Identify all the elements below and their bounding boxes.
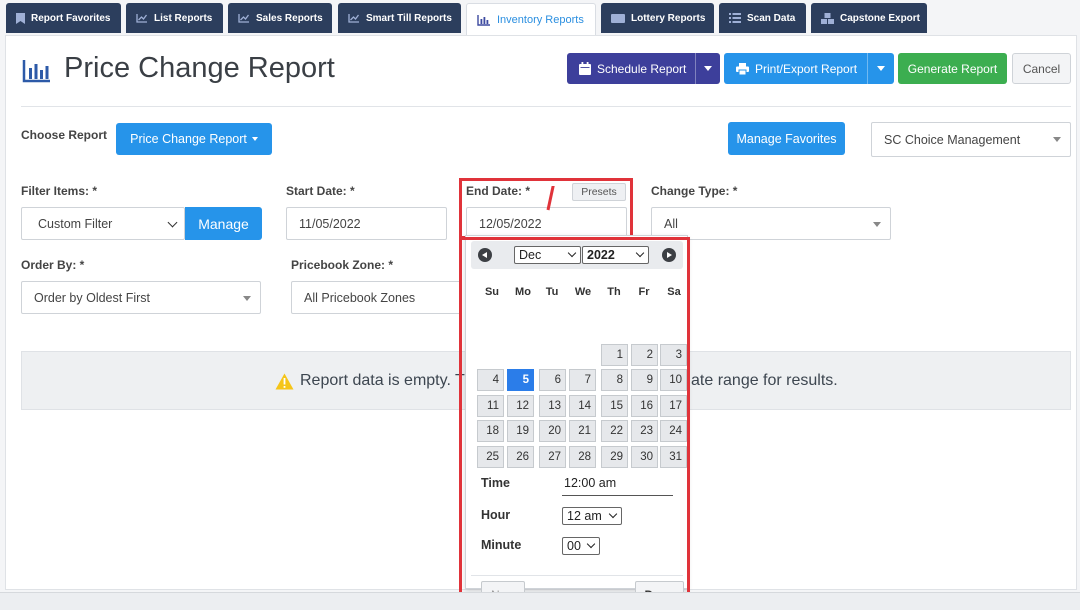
order-by-value: Order by Oldest First: [34, 290, 150, 305]
caret-down-icon[interactable]: [877, 66, 885, 71]
datepicker-highlight: [459, 237, 690, 598]
tab-label: Inventory Reports: [497, 14, 584, 26]
tab-label: Lottery Reports: [631, 12, 706, 24]
choose-report-dropdown[interactable]: Price Change Report: [116, 123, 272, 155]
pricebook-zone-select[interactable]: All Pricebook Zones: [291, 281, 461, 314]
tab-label: List Reports: [154, 12, 213, 24]
choose-report-label: Choose Report: [21, 128, 108, 142]
start-date-input[interactable]: 11/05/2022: [286, 207, 447, 240]
line-chart-icon: [136, 14, 148, 23]
empty-message-text: Report data is empty. Try: [300, 372, 478, 389]
generate-report-button[interactable]: Generate Report: [898, 53, 1007, 84]
tab-scan-data[interactable]: Scan Data: [719, 3, 806, 33]
tab-inventory-reports[interactable]: Inventory Reports: [466, 3, 596, 36]
calendar-icon: [579, 62, 591, 75]
printer-icon: [736, 62, 749, 75]
empty-message-tail: ate range for results.: [691, 372, 838, 389]
tab-report-favorites[interactable]: Report Favorites: [6, 3, 121, 33]
chevron-down-icon: [167, 217, 178, 228]
page-title: Price Change Report: [64, 52, 335, 84]
filter-items-value: Custom Filter: [38, 216, 113, 231]
caret-down-icon: [243, 296, 251, 301]
tab-capstone-export[interactable]: Capstone Export: [811, 3, 927, 33]
tab-lottery-reports[interactable]: Lottery Reports: [601, 3, 714, 33]
change-type-value: All: [664, 216, 678, 231]
tab-label: Scan Data: [747, 12, 796, 24]
tab-list-reports[interactable]: List Reports: [126, 3, 223, 33]
pricebook-zone-label: Pricebook Zone: *: [291, 258, 394, 272]
split-divider: [695, 53, 696, 84]
filter-items-select[interactable]: Custom Filter: [21, 207, 185, 240]
store-select-value: SC Choice Management: [884, 132, 1021, 147]
caret-down-icon: [1053, 137, 1061, 142]
cubes-icon: [821, 12, 834, 24]
print-export-button[interactable]: Print/Export Report: [724, 53, 894, 84]
tab-label: Sales Reports: [256, 12, 323, 24]
start-date-label: Start Date: *: [286, 184, 355, 198]
caret-down-icon[interactable]: [704, 66, 712, 71]
manage-filter-button[interactable]: Manage: [185, 207, 262, 240]
store-select[interactable]: SC Choice Management: [871, 122, 1071, 157]
report-bar-chart-icon: [22, 60, 50, 83]
split-divider: [867, 53, 868, 84]
caret-down-icon: [873, 222, 881, 227]
tab-smart-till-reports[interactable]: Smart Till Reports: [338, 3, 461, 33]
report-tabs: Report Favorites List Reports Sales Repo…: [0, 0, 1080, 36]
manage-favorites-button[interactable]: Manage Favorites: [728, 122, 845, 155]
schedule-report-button[interactable]: Schedule Report: [567, 53, 720, 84]
empty-message: Report data is empty. Try: [275, 372, 478, 390]
tab-label: Capstone Export: [840, 12, 921, 24]
order-by-label: Order By: *: [21, 258, 85, 272]
tab-label: Report Favorites: [31, 12, 111, 24]
annotation-arrow-icon: [546, 186, 555, 211]
line-chart-icon: [348, 14, 360, 23]
header-divider: [21, 106, 1071, 107]
bottom-bar: [0, 592, 1080, 610]
print-export-label: Print/Export Report: [755, 61, 858, 76]
cancel-button[interactable]: Cancel: [1012, 53, 1071, 84]
caret-down-icon: [251, 137, 258, 141]
choose-report-value: Price Change Report: [130, 132, 247, 146]
line-chart-icon: [238, 14, 250, 23]
warning-icon: [275, 373, 294, 389]
filter-items-label: Filter Items: *: [21, 184, 98, 198]
schedule-report-label: Schedule Report: [597, 61, 687, 76]
ticket-icon: [611, 13, 625, 23]
tab-label: Smart Till Reports: [366, 12, 452, 24]
list-icon: [729, 13, 741, 23]
order-by-select[interactable]: Order by Oldest First: [21, 281, 261, 314]
pricebook-zone-value: All Pricebook Zones: [304, 290, 416, 305]
change-type-label: Change Type: *: [651, 184, 738, 198]
bookmark-icon: [16, 12, 25, 24]
bar-chart-icon: [477, 15, 490, 26]
tab-sales-reports[interactable]: Sales Reports: [228, 3, 332, 33]
report-panel: Price Change Report Schedule Report Prin…: [5, 35, 1077, 608]
